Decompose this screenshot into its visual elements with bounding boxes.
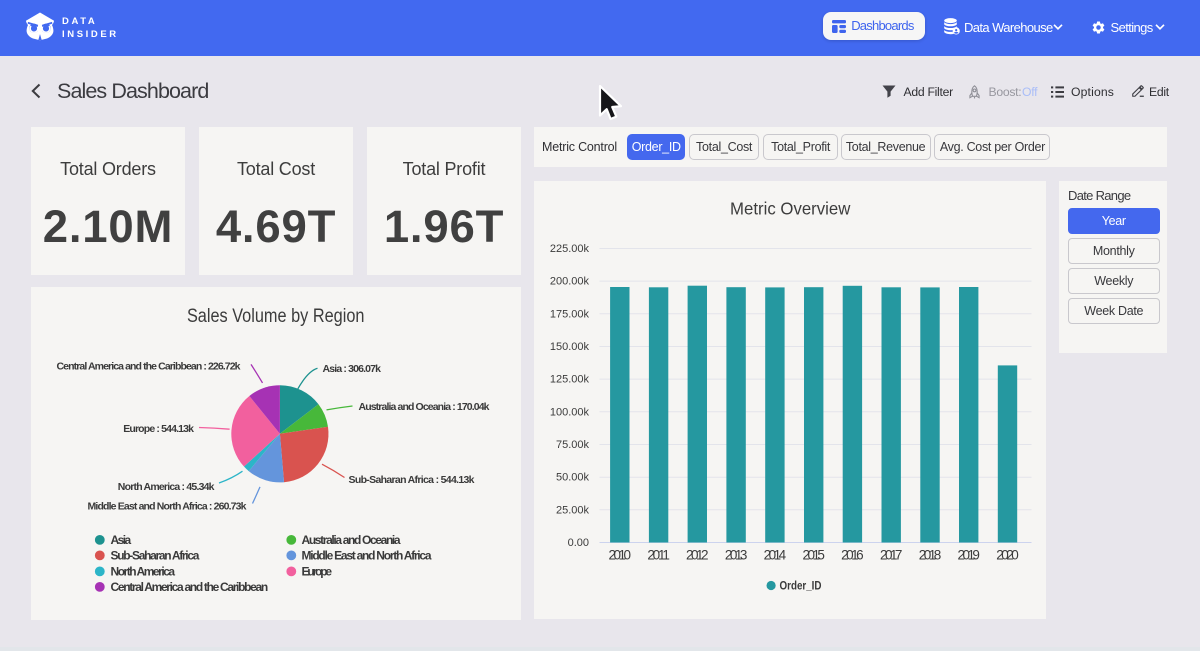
svg-text:2020: 2020 bbox=[996, 548, 1019, 563]
svg-text:Sub-Saharan Africa : 544.13k: Sub-Saharan Africa : 544.13k bbox=[349, 473, 475, 485]
svg-text:Australia and Oceania : 170.04: Australia and Oceania : 170.04k bbox=[359, 400, 490, 412]
svg-text:Asia: Asia bbox=[111, 533, 132, 547]
svg-text:2014: 2014 bbox=[763, 548, 786, 563]
svg-text:200.00k: 200.00k bbox=[549, 276, 589, 288]
svg-text:2018: 2018 bbox=[918, 548, 941, 563]
svg-text:North America: North America bbox=[111, 564, 176, 578]
svg-text:Asia : 306.07k: Asia : 306.07k bbox=[323, 362, 382, 374]
svg-text:100.00k: 100.00k bbox=[549, 406, 589, 418]
svg-text:175.00k: 175.00k bbox=[549, 308, 589, 320]
svg-text:2015: 2015 bbox=[802, 548, 825, 563]
svg-text:0.00: 0.00 bbox=[567, 537, 588, 549]
svg-text:25.00k: 25.00k bbox=[555, 504, 589, 516]
svg-text:Europe: Europe bbox=[302, 564, 333, 578]
svg-text:Europe : 544.13k: Europe : 544.13k bbox=[123, 422, 194, 434]
svg-text:Metric Overview: Metric Overview bbox=[730, 199, 851, 219]
svg-text:2016: 2016 bbox=[841, 548, 864, 563]
svg-text:2017: 2017 bbox=[879, 548, 902, 563]
svg-text:125.00k: 125.00k bbox=[549, 374, 589, 386]
svg-text:North America : 45.34k: North America : 45.34k bbox=[118, 480, 215, 492]
svg-text:2013: 2013 bbox=[724, 548, 747, 563]
svg-text:2019: 2019 bbox=[957, 548, 980, 563]
svg-text:Central America and the Caribb: Central America and the Caribbean : 226.… bbox=[57, 360, 241, 372]
svg-text:Australia and Oceania: Australia and Oceania bbox=[302, 533, 401, 547]
svg-text:Sales Volume by Region: Sales Volume by Region bbox=[187, 306, 365, 327]
svg-text:2010: 2010 bbox=[608, 548, 631, 563]
svg-text:Order_ID: Order_ID bbox=[779, 579, 821, 593]
svg-text:75.00k: 75.00k bbox=[555, 439, 589, 451]
svg-text:Middle East and North Africa: Middle East and North Africa bbox=[302, 548, 432, 562]
svg-text:2012: 2012 bbox=[686, 548, 709, 563]
svg-text:150.00k: 150.00k bbox=[549, 341, 589, 353]
svg-text:Sub-Saharan Africa: Sub-Saharan Africa bbox=[111, 548, 200, 562]
svg-text:Middle East and North Africa :: Middle East and North Africa : 260.73k bbox=[88, 500, 247, 512]
svg-text:225.00k: 225.00k bbox=[549, 243, 589, 255]
svg-text:Central America and the Caribb: Central America and the Caribbean bbox=[111, 580, 269, 594]
svg-text:2011: 2011 bbox=[647, 548, 670, 563]
svg-text:50.00k: 50.00k bbox=[555, 472, 589, 484]
